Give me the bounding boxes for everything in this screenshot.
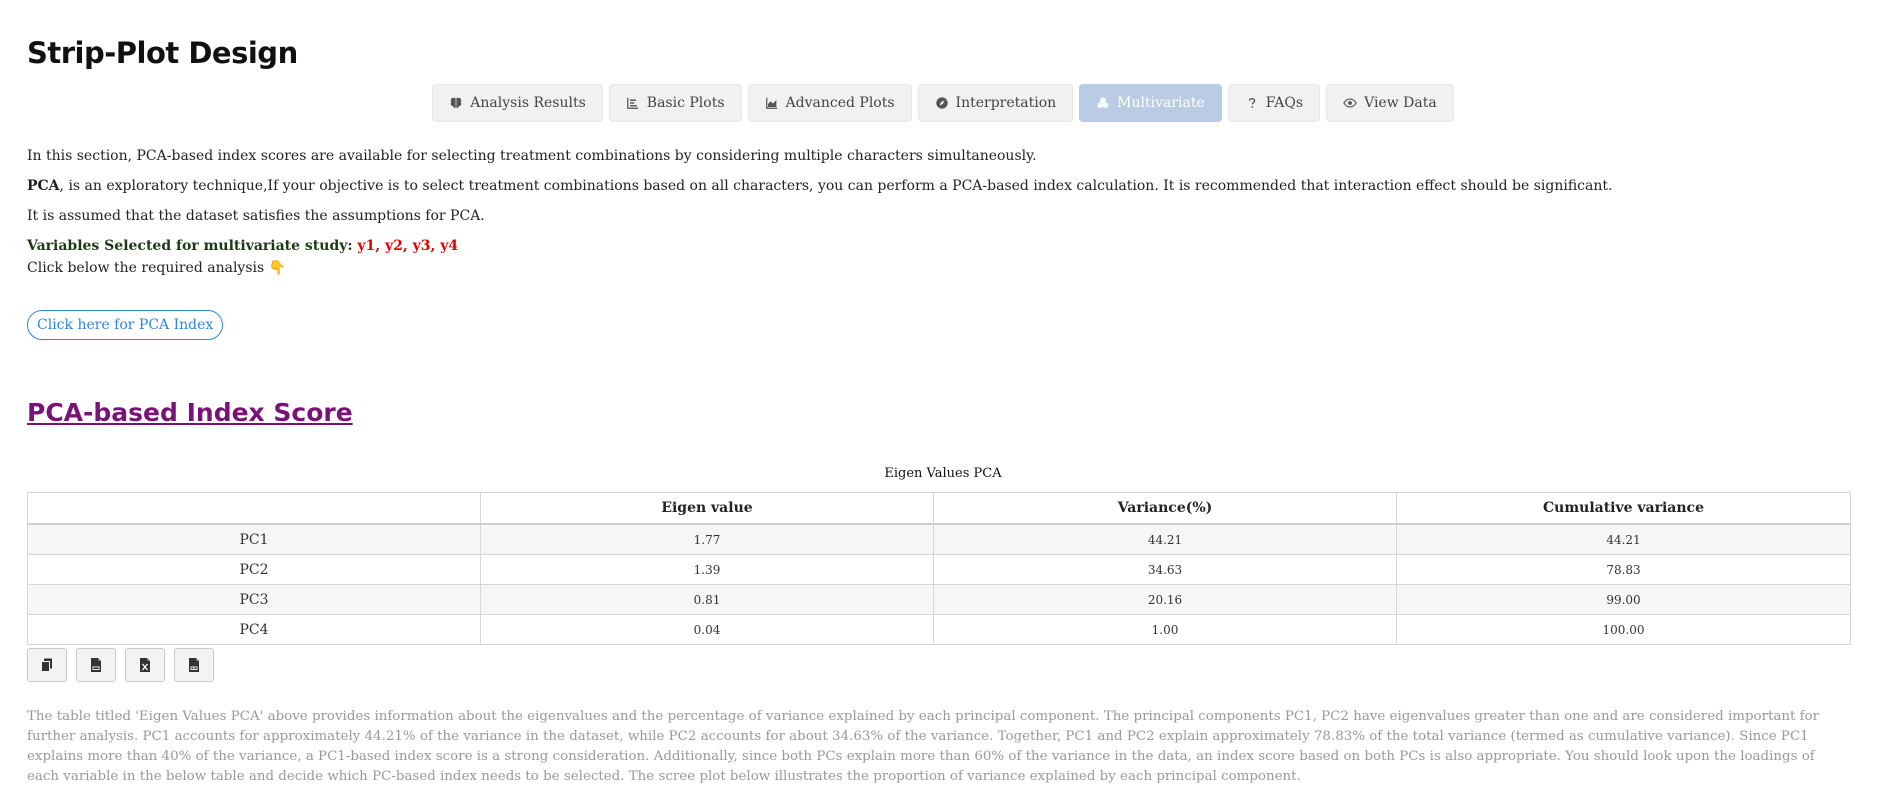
click-prompt-text: Click below the required analysis xyxy=(27,260,265,276)
table-cell: 34.63 xyxy=(933,554,1397,585)
tab-view-data[interactable]: View Data xyxy=(1326,84,1454,122)
table-caption: Eigen Values PCA xyxy=(884,466,1002,481)
table-cell: 44.21 xyxy=(933,523,1397,555)
table-cell: 1.77 xyxy=(480,523,934,555)
table-cell: 0.81 xyxy=(480,584,934,615)
column-header[interactable]: Variance(%) xyxy=(933,492,1397,525)
copy-icon xyxy=(41,658,52,672)
pca-description-text: , is an exploratory technique,If your ob… xyxy=(59,178,1613,194)
column-header[interactable]: Cumulative variance xyxy=(1396,492,1851,525)
tab-label: Advanced Plots xyxy=(785,95,895,111)
table-row: PC3 0.81 20.16 99.00 xyxy=(27,584,1851,615)
table-cell: 99.00 xyxy=(1396,584,1851,615)
tab-basic-plots[interactable]: Basic Plots xyxy=(608,84,742,122)
tab-analysis-results[interactable]: Analysis Results xyxy=(432,84,603,122)
table-cell: PC4 xyxy=(27,614,481,645)
excel-file-icon xyxy=(140,658,150,672)
tab-advanced-plots[interactable]: Advanced Plots xyxy=(747,84,912,122)
variables-selected: Variables Selected for multivariate stud… xyxy=(27,238,458,254)
pointing-down-icon: 👇 xyxy=(268,260,287,276)
pca-index-button[interactable]: Click here for PCA Index xyxy=(27,310,224,340)
table-cell: 78.83 xyxy=(1396,554,1851,585)
column-header[interactable]: Eigen value xyxy=(480,492,934,525)
table-cell: 1.00 xyxy=(933,614,1397,645)
eigen-values-table: Eigen value Variance(%) Cumulative varia… xyxy=(27,492,1851,645)
table-cell: 0.04 xyxy=(480,614,934,645)
csv-export-button[interactable] xyxy=(76,648,116,682)
pca-description: PCA, is an exploratory technique,If your… xyxy=(27,178,1612,194)
csv-file-icon xyxy=(91,658,101,672)
compass-icon xyxy=(935,97,948,109)
table-cell: 1.39 xyxy=(480,554,934,585)
tab-label: FAQs xyxy=(1265,95,1304,111)
tab-faqs[interactable]: FAQs xyxy=(1227,84,1321,122)
tab-label: Interpretation xyxy=(955,95,1057,111)
table-row: PC4 0.04 1.00 100.00 xyxy=(27,614,1851,645)
excel-export-button[interactable] xyxy=(125,648,165,682)
table-header-row: Eigen value Variance(%) Cumulative varia… xyxy=(27,492,1851,525)
tab-label: Analysis Results xyxy=(470,95,586,111)
table-cell: PC1 xyxy=(27,523,481,555)
tab-label: View Data xyxy=(1364,95,1437,111)
tab-bar: Analysis Results Basic Plots Advanced Pl… xyxy=(0,84,1886,122)
assumption-note: It is assumed that the dataset satisfies… xyxy=(27,208,485,224)
pdf-file-icon xyxy=(189,658,199,672)
column-header[interactable] xyxy=(27,492,481,525)
page-title: Strip-Plot Design xyxy=(27,36,298,70)
tab-label: Multivariate xyxy=(1117,95,1205,111)
pca-term: PCA xyxy=(27,178,60,194)
variables-value: y1, y2, y3, y4 xyxy=(357,238,459,254)
circles-icon xyxy=(1097,97,1109,109)
brain-icon xyxy=(451,97,462,109)
copy-button[interactable] xyxy=(27,648,67,682)
interpretation-paragraph: The table titled 'Eigen Values PCA' abov… xyxy=(27,709,1820,784)
click-prompt: Click below the required analysis 👇 xyxy=(27,260,286,276)
table-cell: PC2 xyxy=(27,554,481,585)
table-row: PC2 1.39 34.63 78.83 xyxy=(27,554,1851,585)
section-heading: PCA-based Index Score xyxy=(27,398,353,427)
table-cell: 44.21 xyxy=(1396,523,1851,555)
tab-interpretation[interactable]: Interpretation xyxy=(917,84,1074,122)
table-cell: 100.00 xyxy=(1396,614,1851,645)
variables-label: Variables Selected for multivariate stud… xyxy=(27,238,353,254)
table-cell: PC3 xyxy=(27,584,481,615)
intro-paragraph: In this section, PCA-based index scores … xyxy=(27,148,1037,164)
tab-multivariate[interactable]: Multivariate xyxy=(1079,84,1222,122)
area-chart-icon xyxy=(765,97,777,109)
question-icon xyxy=(1248,97,1256,108)
eye-icon xyxy=(1343,98,1357,108)
bar-chart-icon xyxy=(626,97,639,109)
tab-label: Basic Plots xyxy=(646,95,725,111)
table-cell: 20.16 xyxy=(933,584,1397,615)
export-toolbar xyxy=(27,648,214,682)
pdf-export-button[interactable] xyxy=(174,648,214,682)
table-row: PC1 1.77 44.21 44.21 xyxy=(27,523,1851,555)
